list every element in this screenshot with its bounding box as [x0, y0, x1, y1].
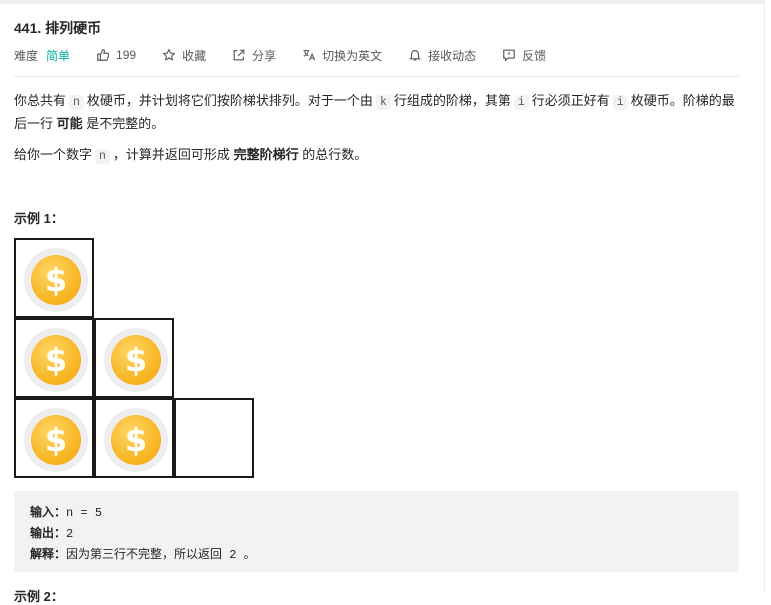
problem-description: 你总共有 n 枚硬币，并计划将它们按阶梯状排列。对于一个由 k 行组成的阶梯，其第 i 行必… — [14, 90, 739, 167]
example-1-title: 示例 1： — [14, 211, 64, 226]
text: 行必须正好有 — [531, 93, 610, 108]
bell-icon — [409, 50, 421, 61]
like-button[interactable]: 199 — [96, 48, 136, 62]
coin: $ — [104, 328, 168, 392]
bold-text: 完整阶梯行 — [233, 147, 299, 162]
dollar-icon: $ — [111, 335, 161, 385]
output-label: 输出： — [30, 526, 67, 540]
problem-meta-bar: 难度 简单 199 收藏 分享 切换为英文 接收动态 反馈 — [14, 45, 572, 65]
difficulty-label: 难度 — [14, 48, 39, 63]
explanation-value: 因为第三行不完整，所以返回 2 。 — [66, 548, 256, 562]
like-count: 199 — [116, 48, 137, 62]
description-paragraph-1: 你总共有 n 枚硬币，并计划将它们按阶梯状排列。对于一个由 k 行组成的阶梯，其第 i 行必… — [14, 90, 739, 134]
difficulty-badge: 简单 — [46, 48, 71, 63]
dollar-icon: $ — [31, 415, 81, 465]
translate-icon — [303, 49, 316, 61]
stair-cell: $ — [94, 398, 174, 478]
explanation-line: 解释：因为第三行不完整，所以返回 2 。 — [30, 545, 256, 562]
problem-title: 441. 排列硬币 — [14, 20, 102, 36]
text: 的总行数。 — [302, 147, 368, 162]
stair-cell: $ — [94, 318, 174, 398]
feedback-label: 反馈 — [522, 48, 547, 63]
coin: $ — [24, 328, 88, 392]
input-value: n = 5 — [66, 506, 103, 520]
inline-code: n — [95, 149, 110, 164]
switch-language-button[interactable]: 切换为英文 — [302, 47, 382, 64]
text: 行组成的阶梯，其第 — [393, 93, 511, 108]
inline-code: k — [375, 95, 391, 110]
share-icon — [233, 49, 245, 61]
subscribe-label: 接收动态 — [428, 48, 477, 63]
input-label: 输入： — [30, 505, 67, 519]
stair-cell: $ — [14, 238, 94, 318]
explanation-label: 解释： — [30, 547, 67, 561]
example-1-code-block: 输入：n = 5 输出：2 解释：因为第三行不完整，所以返回 2 。 — [14, 491, 739, 572]
text: ，计算并返回可形成 — [112, 147, 230, 162]
star-icon — [163, 49, 176, 61]
description-paragraph-2: 给你一个数字 n ，计算并返回可形成 完整阶梯行 的总行数。 — [14, 144, 739, 167]
feedback-icon — [503, 49, 515, 62]
bold-text: 可能 — [56, 116, 83, 131]
favorite-label: 收藏 — [182, 48, 207, 63]
coin: $ — [24, 408, 88, 472]
favorite-button[interactable]: 收藏 — [162, 47, 206, 64]
text: 你总共有 — [14, 93, 67, 108]
inline-code: i — [513, 95, 529, 110]
output-line: 输出：2 — [30, 524, 73, 541]
subscribe-button[interactable]: 接收动态 — [408, 47, 476, 64]
coin: $ — [104, 408, 168, 472]
text: 是不完整的。 — [86, 116, 165, 131]
dollar-icon: $ — [31, 255, 81, 305]
thumbs-up-icon — [97, 49, 110, 61]
share-button[interactable]: 分享 — [232, 47, 276, 64]
top-bar — [0, 0, 771, 4]
share-label: 分享 — [252, 48, 277, 63]
dollar-icon: $ — [111, 415, 161, 465]
inline-code: i — [612, 95, 628, 110]
feedback-button[interactable]: 反馈 — [502, 47, 546, 64]
output-value: 2 — [66, 527, 74, 541]
switch-language-label: 切换为英文 — [322, 48, 383, 63]
example-2-title: 示例 2： — [14, 589, 64, 604]
stair-cell-empty — [174, 398, 254, 478]
divider — [14, 76, 739, 77]
text: 给你一个数字 — [14, 147, 93, 162]
inline-code: n — [69, 95, 84, 110]
input-line: 输入：n = 5 — [30, 503, 102, 520]
text: 枚硬币，并计划将它们按阶梯状排列。对于一个由 — [86, 93, 373, 108]
stair-cell: $ — [14, 318, 94, 398]
stair-cell: $ — [14, 398, 94, 478]
dollar-icon: $ — [31, 335, 81, 385]
coin: $ — [24, 248, 88, 312]
scrollbar-track[interactable] — [764, 0, 771, 594]
